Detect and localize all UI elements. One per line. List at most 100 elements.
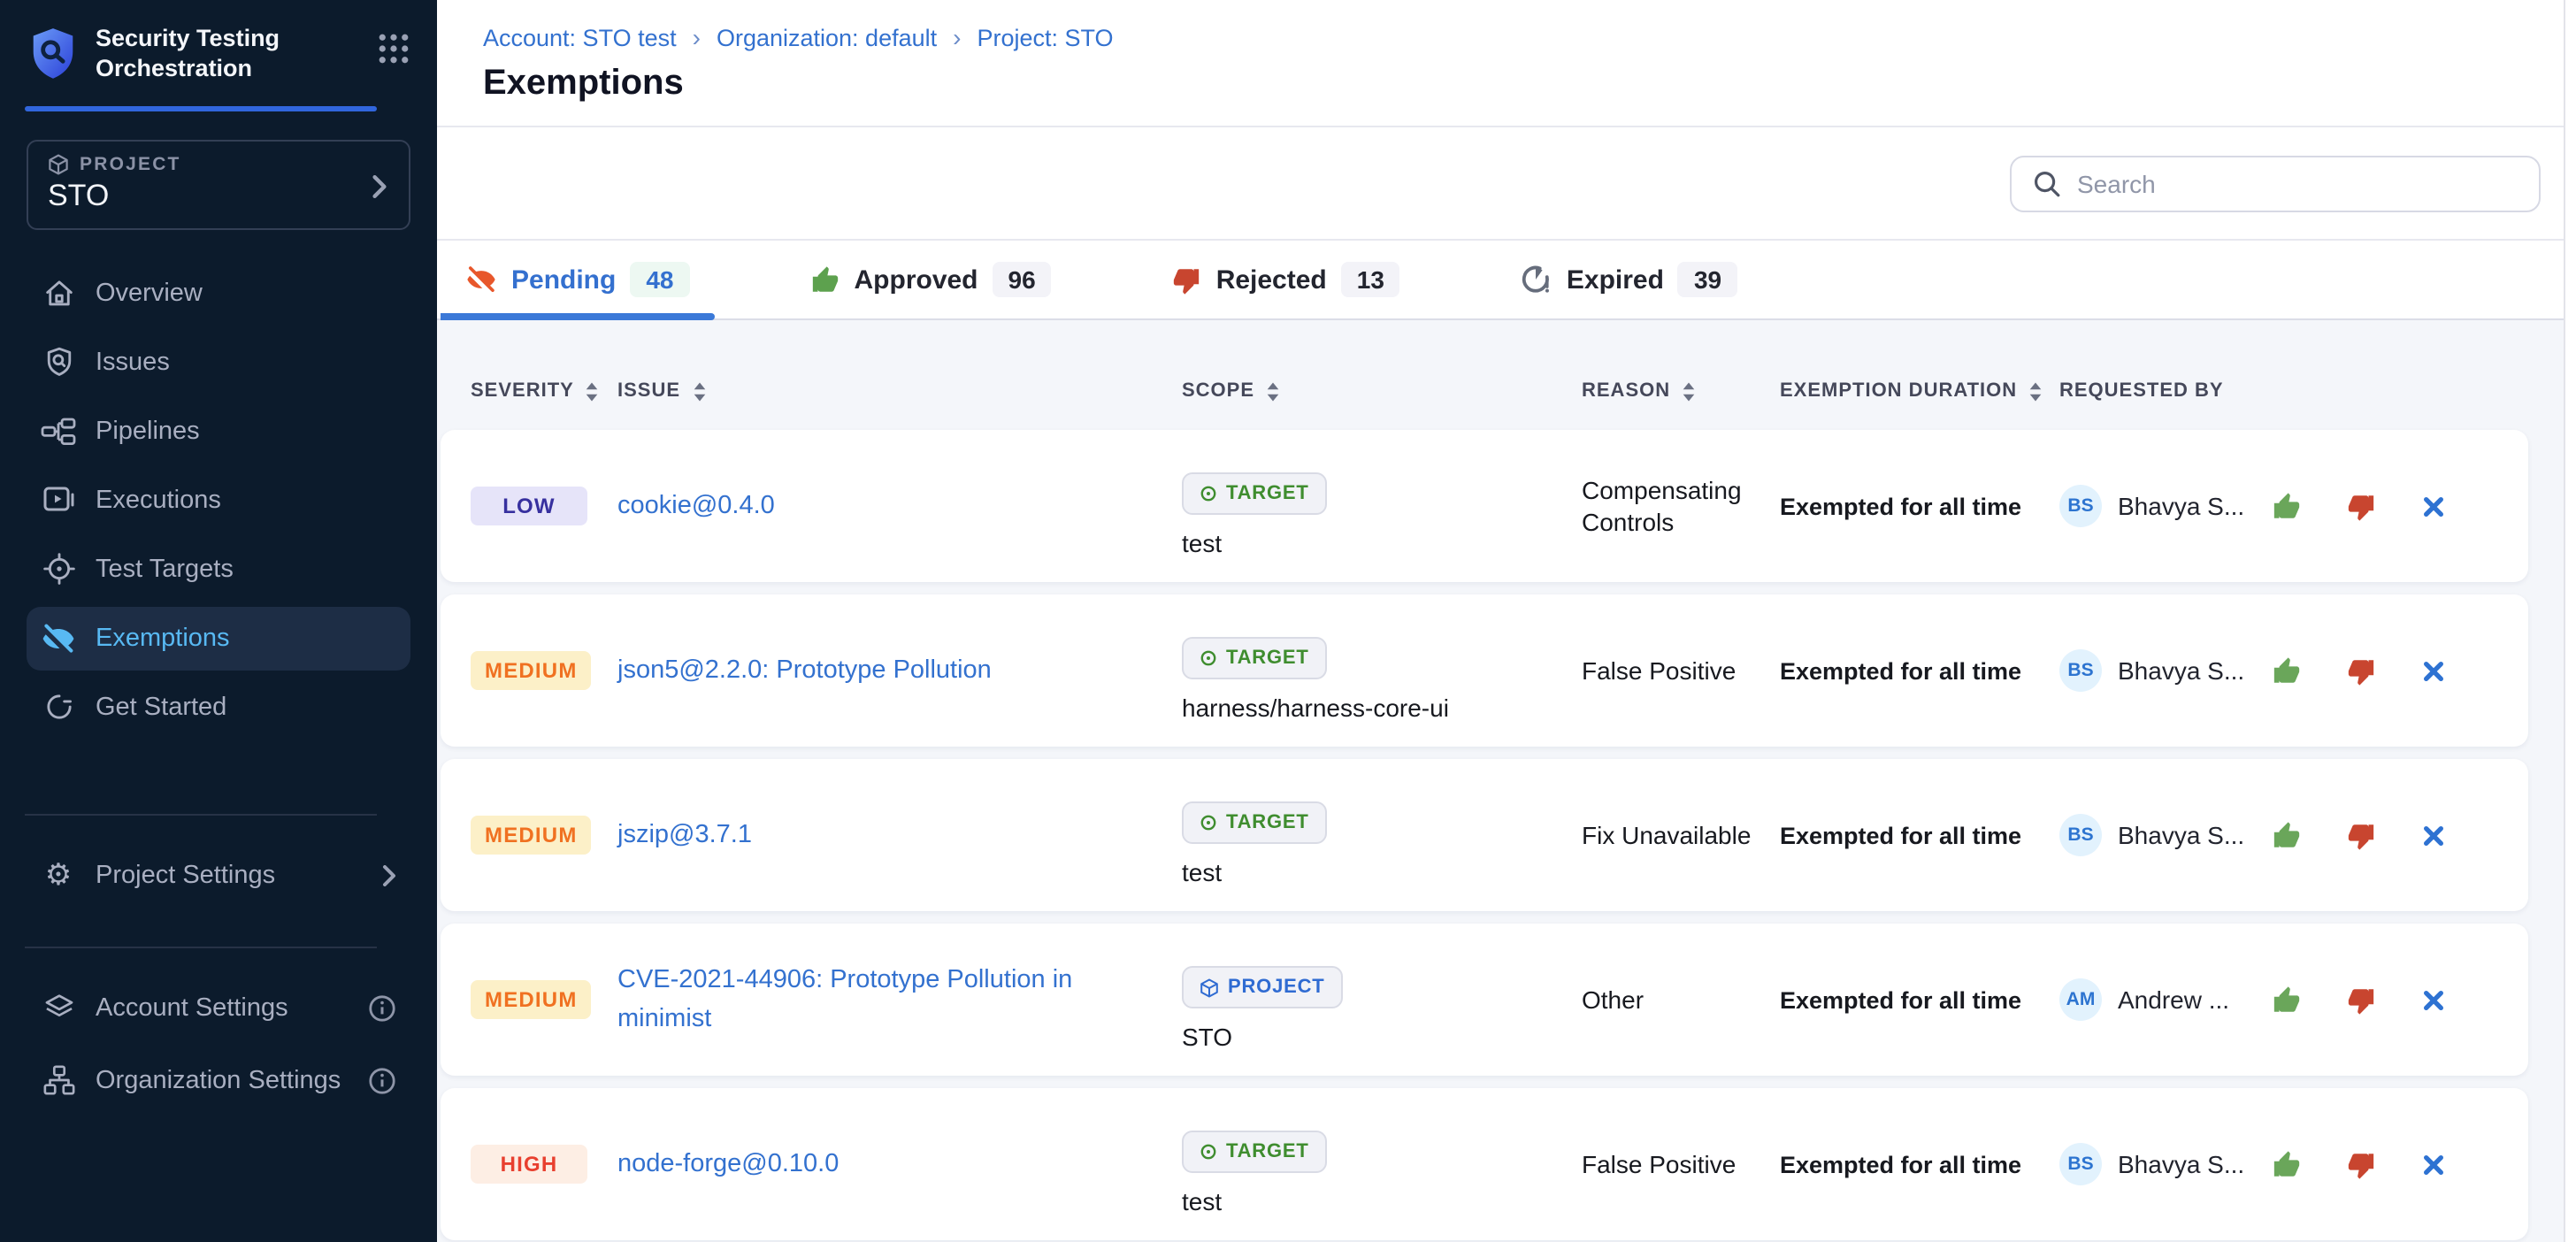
sort-icon[interactable] (1683, 381, 1695, 401)
reject-button[interactable] (2346, 491, 2376, 521)
sidebar-item-exemptions[interactable]: Exemptions (27, 606, 410, 670)
thumb-up-icon (810, 264, 840, 295)
pipelines-icon (41, 413, 76, 448)
issue-link[interactable]: json5@2.2.0: Prototype Pollution (617, 656, 992, 685)
org-chart-icon (41, 1062, 76, 1098)
thumb-down-icon (2346, 985, 2376, 1015)
tab-count-badge: 39 (1678, 262, 1737, 297)
severity-badge: LOW (471, 487, 587, 525)
vertical-scrollbar[interactable] (2564, 0, 2576, 1242)
reject-button[interactable] (2346, 1149, 2376, 1179)
requester-name: Andrew ... (2118, 985, 2229, 1014)
issue-link[interactable]: CVE-2021-44906: Prototype Pollution in m… (617, 965, 1072, 1033)
reject-button[interactable] (2346, 656, 2376, 686)
project-selector[interactable]: PROJECT STO (27, 139, 410, 229)
requester-name: Bhavya S... (2118, 1150, 2244, 1178)
sidebar-item-organization-settings[interactable]: Organization Settings (27, 1048, 410, 1112)
table-body: LOW cookie@0.4.0 TARGET test Compensatin… (441, 430, 2528, 1240)
target-icon (1200, 649, 1217, 667)
tab-expired[interactable]: Expired 39 (1496, 241, 1762, 318)
sidebar-item-get-started[interactable]: Get Started (27, 675, 410, 739)
get-started-icon (41, 689, 76, 724)
sidebar-item-pipelines[interactable]: Pipelines (27, 399, 410, 463)
app-switcher-icon[interactable] (379, 34, 409, 64)
tab-label: Expired (1567, 264, 1664, 295)
tab-count-badge: 13 (1341, 262, 1400, 297)
table-row[interactable]: MEDIUM jszip@3.7.1 TARGET test Fix Unava… (441, 759, 2528, 911)
table-row[interactable]: MEDIUM CVE-2021-44906: Prototype Polluti… (441, 924, 2528, 1076)
sidebar-item-label: Get Started (96, 693, 226, 721)
reject-button[interactable] (2346, 820, 2376, 850)
approve-button[interactable] (2272, 491, 2302, 521)
brand-accent-bar (25, 105, 377, 111)
cube-icon (1200, 978, 1219, 997)
table-row[interactable]: MEDIUM json5@2.2.0: Prototype Pollution … (441, 594, 2528, 747)
sidebar-item-issues[interactable]: Issues (27, 330, 410, 394)
thumb-up-icon (2272, 1149, 2302, 1179)
severity-badge: MEDIUM (471, 980, 592, 1019)
cancel-button[interactable] (2420, 657, 2447, 684)
cancel-button[interactable] (2420, 986, 2447, 1013)
tab-count-badge: 96 (993, 262, 1052, 297)
search-input[interactable] (2077, 169, 2518, 197)
issue-link[interactable]: node-forge@0.10.0 (617, 1150, 839, 1178)
thumb-up-icon (2272, 820, 2302, 850)
severity-badge: HIGH (471, 1145, 587, 1184)
approve-button[interactable] (2272, 820, 2302, 850)
cancel-button[interactable] (2420, 1151, 2447, 1177)
sidebar-item-project-settings[interactable]: ⚙ Project Settings (27, 843, 410, 907)
sidebar-item-executions[interactable]: Executions (27, 468, 410, 532)
breadcrumb-account[interactable]: Account: STO test (483, 24, 677, 50)
severity-badge: MEDIUM (471, 651, 592, 690)
scope-value: test (1182, 1187, 1222, 1215)
issue-link[interactable]: cookie@0.4.0 (617, 492, 775, 520)
approve-button[interactable] (2272, 656, 2302, 686)
issue-link[interactable]: jszip@3.7.1 (617, 821, 752, 849)
tab-count-badge: 48 (630, 262, 689, 297)
sort-icon[interactable] (2029, 381, 2042, 401)
reason: Other (1582, 984, 1780, 1016)
sidebar-item-label: Test Targets (96, 555, 234, 583)
sort-icon[interactable] (586, 381, 599, 401)
close-icon (2420, 822, 2447, 848)
exemptions-table: SEVERITY ISSUE SCOPE REASON EXEMPTION DU… (437, 320, 2576, 1242)
layers-icon (41, 990, 76, 1025)
sort-icon[interactable] (693, 381, 705, 401)
avatar: BS (2059, 649, 2102, 692)
sort-icon[interactable] (1267, 381, 1279, 401)
exemption-duration: Exempted for all time (1780, 657, 2059, 684)
close-icon (2420, 493, 2447, 519)
severity-badge: MEDIUM (471, 816, 592, 855)
approve-button[interactable] (2272, 985, 2302, 1015)
reject-button[interactable] (2346, 985, 2376, 1015)
sidebar-item-label: Organization Settings (96, 1066, 341, 1094)
breadcrumb-project[interactable]: Project: STO (978, 24, 1114, 50)
scope-badge: TARGET (1182, 637, 1327, 679)
table-row[interactable]: HIGH node-forge@0.10.0 TARGET test False… (441, 1088, 2528, 1240)
avatar: AM (2059, 978, 2102, 1021)
approve-button[interactable] (2272, 1149, 2302, 1179)
scope-badge: TARGET (1182, 1131, 1327, 1173)
info-icon[interactable] (368, 1066, 396, 1094)
tab-bar: Pending 48 Approved 96 Rejected 13 (437, 241, 2576, 320)
exemption-duration: Exempted for all time (1780, 986, 2059, 1013)
cancel-button[interactable] (2420, 822, 2447, 848)
sidebar-item-test-targets[interactable]: Test Targets (27, 537, 410, 601)
tab-approved[interactable]: Approved 96 (786, 241, 1077, 318)
sidebar-item-overview[interactable]: Overview (27, 261, 410, 325)
thumb-up-icon (2272, 985, 2302, 1015)
column-header-severity: SEVERITY (471, 380, 617, 402)
table-row[interactable]: LOW cookie@0.4.0 TARGET test Compensatin… (441, 430, 2528, 582)
shield-search-icon (41, 344, 76, 380)
column-header-scope: SCOPE (1182, 380, 1582, 402)
tab-pending[interactable]: Pending 48 (441, 241, 715, 318)
search-box[interactable] (2010, 155, 2541, 211)
close-icon (2420, 1151, 2447, 1177)
thumb-down-icon (1172, 264, 1202, 295)
cube-icon (48, 153, 69, 174)
info-icon[interactable] (368, 993, 396, 1022)
tab-rejected[interactable]: Rejected 13 (1147, 241, 1425, 318)
cancel-button[interactable] (2420, 493, 2447, 519)
sidebar-item-account-settings[interactable]: Account Settings (27, 976, 410, 1039)
breadcrumb-organization[interactable]: Organization: default (717, 24, 937, 50)
